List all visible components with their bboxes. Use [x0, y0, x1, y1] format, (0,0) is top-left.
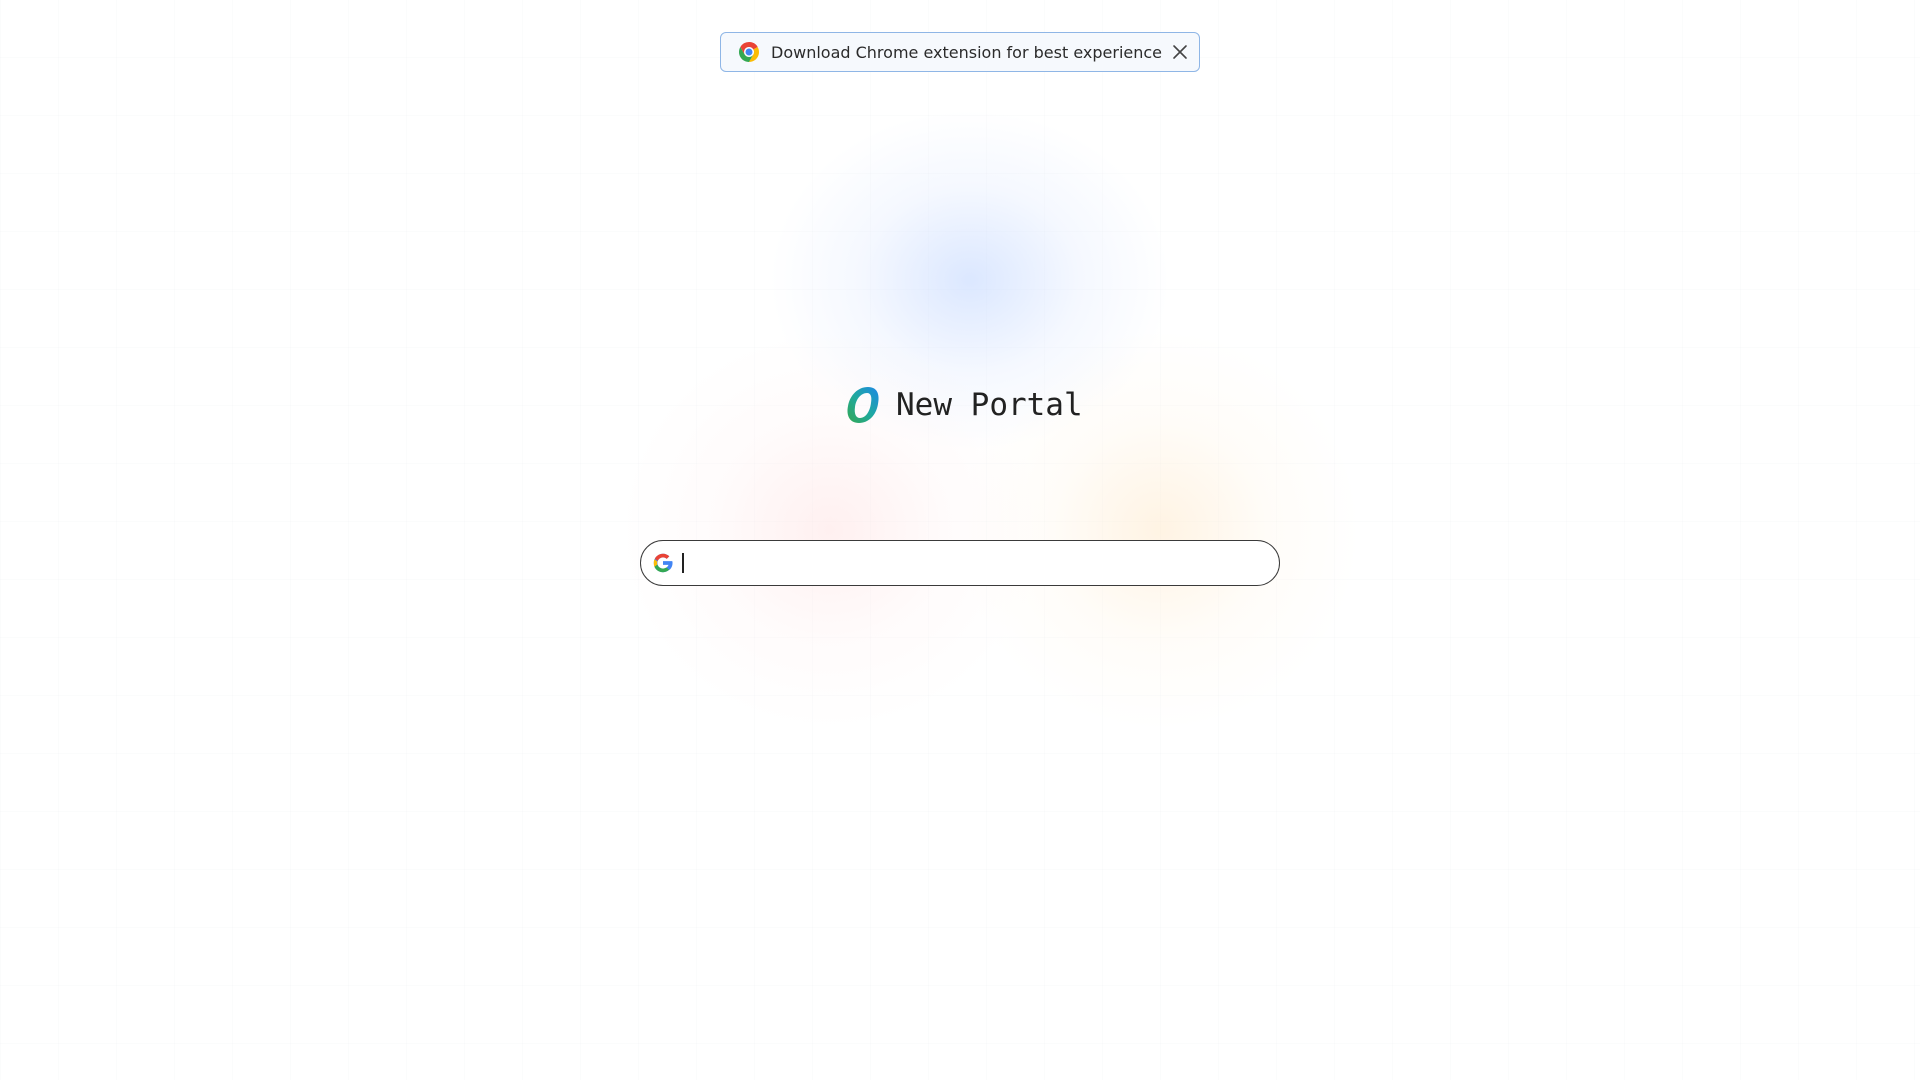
close-icon: [1173, 45, 1187, 59]
close-banner-button[interactable]: [1172, 41, 1188, 63]
portal-logo-icon: [844, 384, 882, 426]
text-caret: [682, 553, 684, 573]
new-tab-page: Download Chrome extension for best exper…: [0, 0, 1920, 1080]
brand-header: New Portal: [844, 384, 1083, 426]
brand-name: New Portal: [896, 387, 1083, 423]
extension-banner[interactable]: Download Chrome extension for best exper…: [720, 32, 1200, 72]
google-icon: [651, 551, 675, 575]
chrome-icon: [737, 40, 761, 64]
banner-text: Download Chrome extension for best exper…: [771, 42, 1163, 62]
search-input[interactable]: [683, 548, 1263, 578]
search-bar[interactable]: [640, 540, 1280, 586]
